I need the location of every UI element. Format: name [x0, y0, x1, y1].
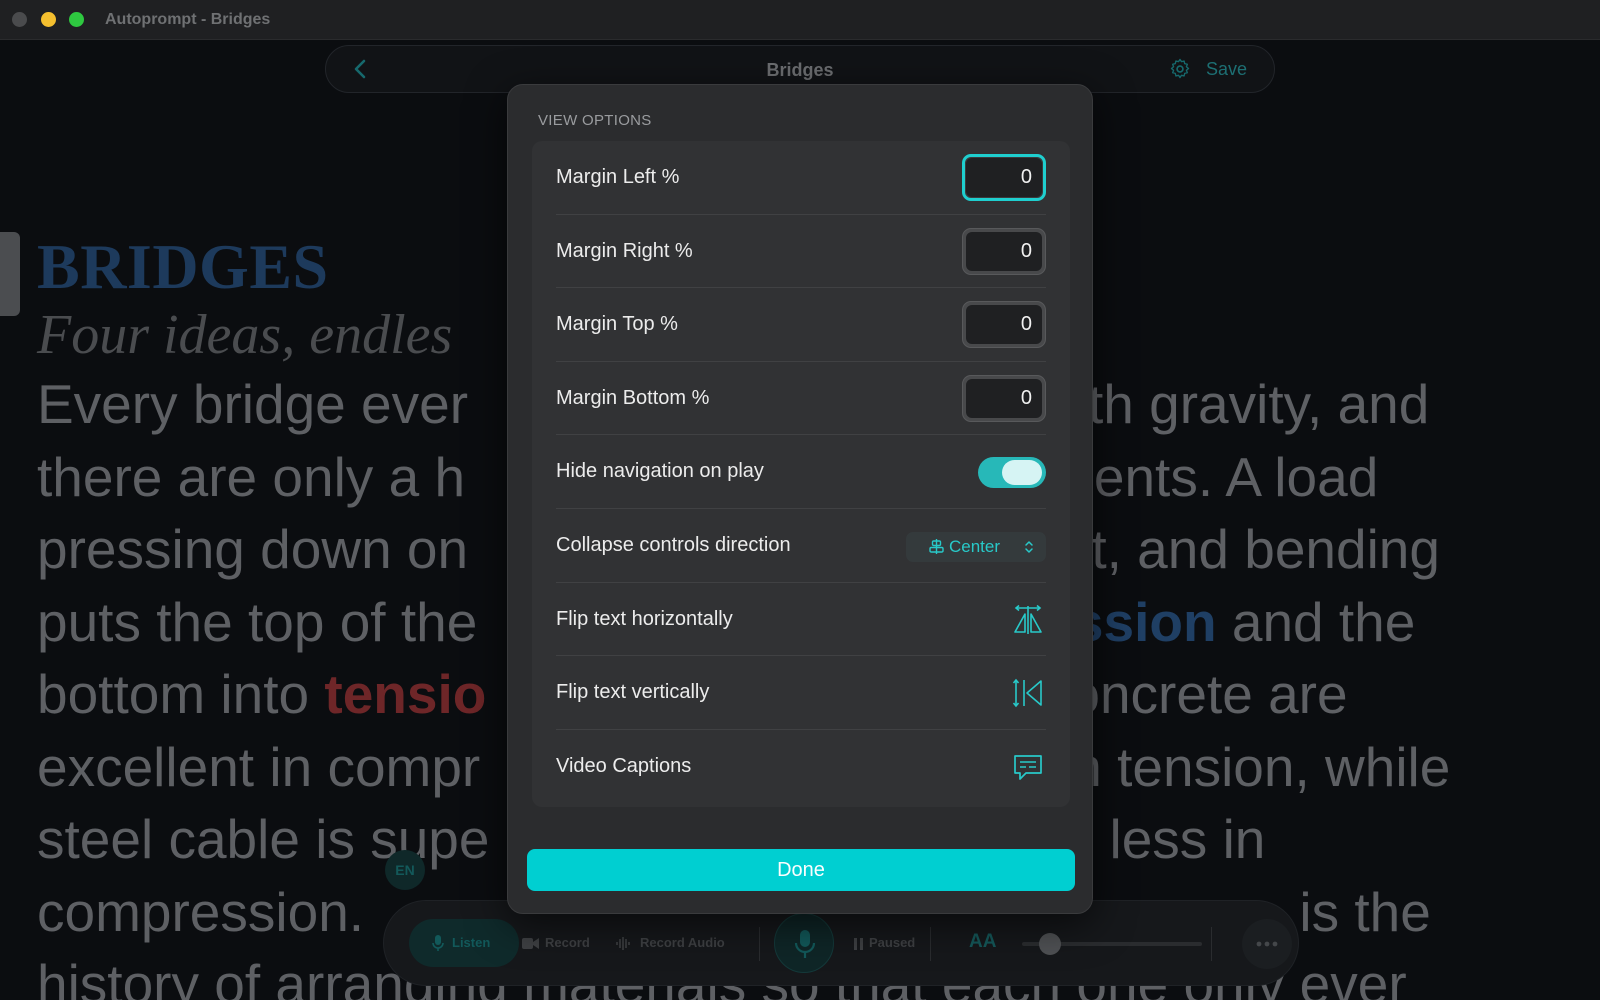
hide-navigation-row: Hide navigation on play	[556, 435, 1046, 509]
text-segment: pressing down on	[37, 518, 469, 580]
text-segment: oncrete are	[1069, 663, 1348, 725]
ellipsis-icon	[1256, 941, 1278, 947]
margin-bottom-label: Margin Bottom %	[556, 386, 710, 409]
chevron-up-down-icon	[1025, 541, 1033, 553]
flip-horizontal-icon[interactable]	[1012, 604, 1044, 636]
hide-navigation-toggle[interactable]	[978, 457, 1046, 489]
scrollbar-thumb[interactable]	[0, 232, 20, 316]
pause-icon	[854, 938, 863, 950]
margin-top-row: Margin Top %	[556, 288, 1046, 362]
flip-horizontal-label: Flip text horizontally	[556, 607, 733, 630]
view-options-dialog: VIEW OPTIONS Margin Left % Margin Right …	[507, 84, 1093, 914]
divider	[759, 927, 760, 961]
title-bar: Autoprompt - Bridges	[0, 0, 1600, 40]
save-button[interactable]: Save	[1206, 59, 1247, 80]
text-segment: with gravity, and	[1036, 373, 1430, 435]
listen-button[interactable]: Listen	[409, 919, 519, 967]
slider-knob[interactable]	[1039, 933, 1061, 955]
text-segment: ments. A load	[1048, 445, 1379, 508]
margin-left-input[interactable]	[966, 158, 1042, 197]
gear-icon[interactable]	[1169, 58, 1191, 80]
margin-left-row: Margin Left %	[556, 141, 1046, 215]
tension-highlight: tensio	[324, 663, 487, 725]
text-segment: there are only a h	[37, 445, 466, 508]
done-button[interactable]: Done	[527, 849, 1075, 891]
flip-vertical-icon[interactable]	[1012, 677, 1044, 709]
language-badge[interactable]: EN	[385, 850, 425, 890]
record-audio-button[interactable]: Record Audio	[640, 935, 725, 950]
text-segment: is the	[1299, 880, 1431, 943]
close-window-button[interactable]	[12, 12, 27, 27]
flip-vertical-row: Flip text vertically	[556, 656, 1046, 730]
flip-vertical-label: Flip text vertically	[556, 681, 710, 704]
status-text: Paused	[869, 935, 916, 950]
text-segment: and the	[1231, 590, 1416, 653]
margin-top-field-frame	[962, 301, 1046, 349]
margin-right-label: Margin Right %	[556, 239, 693, 262]
margin-left-label: Margin Left %	[556, 166, 680, 188]
margin-right-row: Margin Right %	[556, 215, 1046, 289]
more-button[interactable]	[1242, 919, 1292, 969]
minimize-window-button[interactable]	[41, 12, 56, 27]
microphone-button[interactable]	[774, 913, 834, 973]
options-list: Margin Left % Margin Right % Margin Top …	[532, 141, 1070, 807]
margin-bottom-row: Margin Bottom %	[556, 362, 1046, 436]
flip-horizontal-row: Flip text horizontally	[556, 583, 1046, 657]
video-captions-row: Video Captions	[556, 730, 1046, 804]
text-segment: puts the top of the	[37, 590, 478, 653]
text-segment: less in	[1109, 808, 1266, 870]
margin-top-input[interactable]	[966, 305, 1042, 345]
video-captions-label: Video Captions	[556, 754, 692, 777]
text-segment: Every bridge ever	[37, 373, 469, 435]
document-title: Bridges	[766, 60, 834, 80]
maximize-window-button[interactable]	[69, 12, 84, 27]
font-size-icon[interactable]: AA	[969, 931, 996, 953]
margin-right-input[interactable]	[966, 231, 1042, 271]
microphone-icon	[432, 935, 444, 951]
record-button[interactable]: Record	[545, 935, 590, 950]
text-segment: excellent in compr	[37, 735, 481, 798]
video-camera-icon	[522, 938, 539, 949]
divider	[1211, 927, 1212, 961]
margin-bottom-input[interactable]	[966, 378, 1042, 418]
collapse-direction-select[interactable]: Center	[906, 532, 1046, 562]
margin-right-field-frame	[962, 227, 1046, 275]
window-title: Autoprompt - Bridges	[105, 11, 271, 28]
collapse-direction-value: Center	[949, 537, 1001, 556]
margin-left-field-frame	[962, 154, 1046, 201]
margin-bottom-field-frame	[962, 374, 1046, 422]
collapse-direction-row: Collapse controls direction Center	[556, 509, 1046, 583]
text-segment: it, and bending	[1079, 518, 1440, 580]
app-window: Autoprompt - Bridges Bridges Save BRIDGE…	[0, 0, 1600, 1000]
toggle-knob	[1002, 460, 1042, 486]
align-center-icon	[929, 539, 944, 554]
captions-icon[interactable]	[1012, 751, 1044, 783]
waveform-icon	[616, 937, 630, 950]
microphone-icon	[794, 930, 816, 958]
divider	[930, 927, 931, 961]
margin-top-label: Margin Top %	[556, 313, 678, 336]
dialog-header: VIEW OPTIONS	[538, 112, 652, 129]
hide-navigation-label: Hide navigation on play	[556, 460, 764, 483]
text-segment: bottom into	[37, 663, 310, 725]
text-segment: n tension, while	[1071, 735, 1451, 798]
listen-label: Listen	[452, 935, 491, 950]
collapse-direction-label: Collapse controls direction	[556, 534, 791, 556]
text-segment: compression.	[37, 880, 380, 943]
